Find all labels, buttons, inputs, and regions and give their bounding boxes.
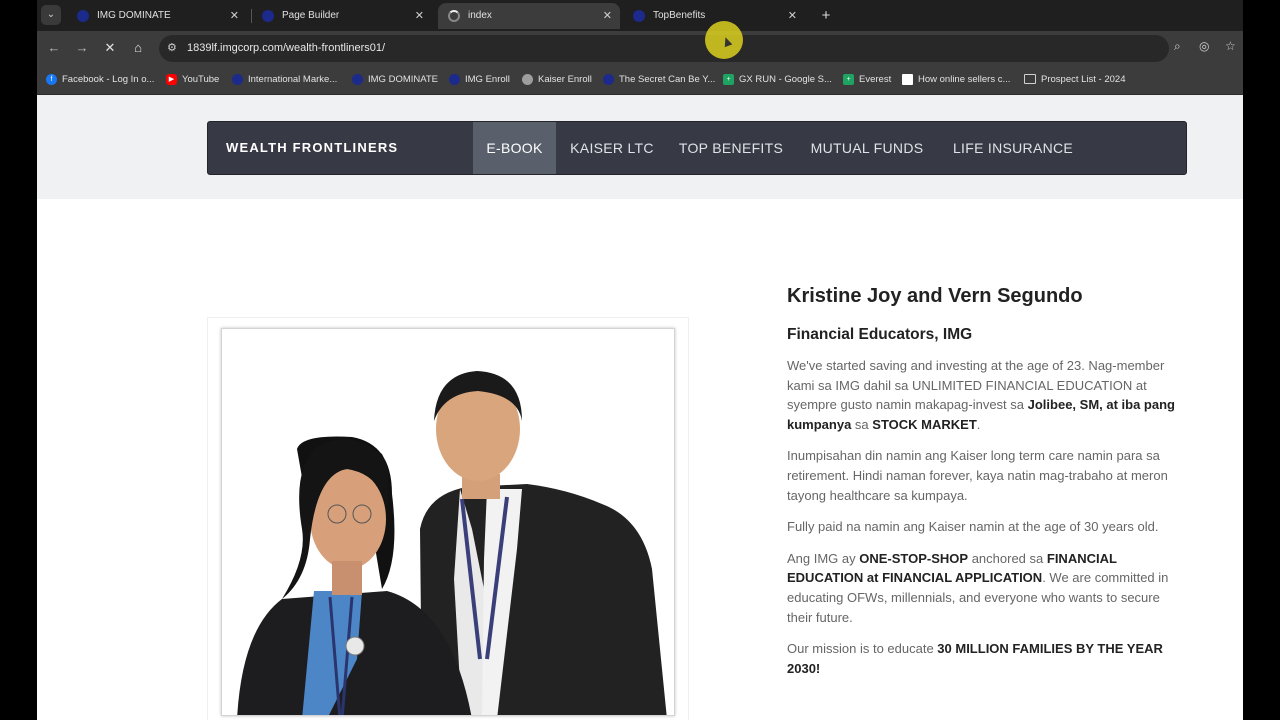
close-icon[interactable]: ✕: [415, 3, 424, 29]
img-logo-icon: [352, 73, 363, 85]
loading-spinner-icon: [448, 10, 460, 22]
close-icon[interactable]: ✕: [788, 3, 797, 29]
bookmark-label: Kaiser Enroll: [538, 74, 592, 85]
forward-button[interactable]: →: [72, 38, 92, 58]
right-letterbox: [1243, 0, 1280, 720]
nav-kaiser-ltc[interactable]: KAISER LTC: [564, 122, 660, 174]
site-settings-icon[interactable]: ⚙: [167, 41, 177, 54]
stop-loading-button[interactable]: ✕: [100, 38, 120, 58]
bio-role: Financial Educators, IMG: [787, 326, 973, 343]
sheets-icon: +: [723, 73, 734, 85]
couple-photo-illustration: [237, 371, 667, 715]
close-icon[interactable]: ✕: [603, 3, 612, 29]
bio-text: .: [976, 416, 981, 432]
arrow-left-icon: ←: [47, 40, 61, 55]
facebook-icon: f: [46, 73, 57, 85]
bookmark-img-dominate[interactable]: IMG DOMINATE: [352, 66, 438, 94]
bio-name: Kristine Joy and Vern Segundo: [787, 285, 1083, 307]
bookmark-label: International Marke...: [248, 74, 338, 85]
profile-photo: [221, 328, 675, 716]
close-icon[interactable]: ✕: [230, 3, 239, 29]
url-text[interactable]: 1839lf.imgcorp.com/wealth-frontliners01/: [187, 35, 385, 62]
nav-ebook[interactable]: E-BOOK: [473, 122, 556, 174]
bookmark-youtube[interactable]: ▶ YouTube: [166, 66, 219, 94]
bookmark-prospect-list[interactable]: Prospect List - 2024: [1024, 66, 1126, 94]
tab-search-button[interactable]: ⌄: [41, 5, 61, 25]
bio-text: sa: [851, 416, 873, 432]
chevron-down-icon: ⌄: [46, 9, 56, 20]
youtube-icon: ▶: [166, 73, 177, 85]
bookmark-facebook[interactable]: f Facebook - Log In o...: [46, 66, 154, 94]
bio-section: Kristine Joy and Vern Segundo Financial …: [787, 285, 1182, 678]
home-button[interactable]: ⌂: [128, 38, 148, 58]
bookmark-label: The Secret Can Be Y...: [619, 74, 716, 85]
eye-off-icon[interactable]: ◎: [1199, 39, 1209, 53]
bio-bold: ONE-STOP-SHOP: [859, 550, 969, 566]
bookmark-label: GX RUN - Google S...: [739, 74, 832, 85]
browser-window: ⌄ IMG DOMINATE ✕ Page Builder ✕ index ✕ …: [37, 0, 1243, 720]
bookmark-international-marketing[interactable]: International Marke...: [232, 66, 337, 94]
bio-bold: STOCK MARKET: [872, 416, 977, 432]
left-letterbox: [0, 0, 37, 720]
bookmark-gx-run[interactable]: + GX RUN - Google S...: [723, 66, 832, 94]
img-logo-icon: [633, 10, 645, 22]
star-icon[interactable]: ☆: [1225, 39, 1236, 53]
bookmark-label: IMG DOMINATE: [368, 74, 439, 85]
site-navbar: WEALTH FRONTLINERS E-BOOK KAISER LTC TOP…: [207, 121, 1187, 175]
bookmarks-bar: f Facebook - Log In o... ▶ YouTube Interna…: [37, 66, 1243, 95]
tab-strip: ⌄ IMG DOMINATE ✕ Page Builder ✕ index ✕ …: [37, 0, 1243, 31]
tab-page-builder[interactable]: Page Builder ✕: [252, 3, 432, 29]
nav-mutual-funds[interactable]: MUTUAL FUNDS: [802, 122, 932, 174]
close-icon: ✕: [104, 40, 116, 55]
folder-icon: [1024, 74, 1036, 85]
bookmark-the-secret[interactable]: The Secret Can Be Y...: [603, 66, 715, 94]
bio-paragraph: Inumpisahan din namin ang Kaiser long te…: [787, 448, 1168, 503]
back-button[interactable]: ←: [44, 38, 64, 58]
img-logo-icon: [77, 10, 89, 22]
bookmark-how-online-sellers[interactable]: How online sellers c...: [902, 66, 1010, 94]
tab-title: index: [468, 10, 492, 21]
bookmark-img-enroll[interactable]: IMG Enroll: [449, 66, 510, 94]
zoom-icon[interactable]: ⌕: [1174, 39, 1181, 54]
new-tab-button[interactable]: +: [815, 3, 837, 29]
page-icon: [902, 73, 913, 85]
bookmark-label: YouTube: [182, 74, 220, 85]
bio-paragraph: Our mission is to educate 30 MILLION FAM…: [787, 639, 1182, 678]
tab-index[interactable]: index ✕: [438, 3, 620, 29]
arrow-right-icon: →: [75, 40, 89, 55]
tab-title: TopBenefits: [653, 10, 706, 21]
bookmark-label: Facebook - Log In o...: [62, 74, 155, 85]
bio-text: anchored sa: [968, 550, 1047, 566]
img-logo-icon: [603, 73, 614, 85]
site-brand[interactable]: WEALTH FRONTLINERS: [226, 122, 398, 174]
img-logo-icon: [449, 73, 460, 85]
bio-paragraph: Fully paid na namin ang Kaiser namin at …: [787, 519, 1159, 535]
tab-img-dominate[interactable]: IMG DOMINATE ✕: [67, 3, 247, 29]
bio-text: Our mission is to educate: [787, 641, 938, 657]
bookmark-label: How online sellers c...: [918, 74, 1011, 85]
sheets-icon: +: [843, 73, 854, 85]
bookmark-label: Prospect List - 2024: [1041, 74, 1126, 85]
address-bar[interactable]: ⚙ 1839lf.imgcorp.com/wealth-frontliners0…: [159, 35, 1169, 62]
bookmark-everest[interactable]: + Everest: [843, 66, 891, 94]
address-toolbar: ← → ✕ ⌂ ⚙ 1839lf.imgcorp.com/wealth-fron…: [37, 31, 1243, 66]
bookmark-label: IMG Enroll: [465, 74, 510, 85]
page-content: WEALTH FRONTLINERS E-BOOK KAISER LTC TOP…: [37, 95, 1243, 720]
bio-text: Ang IMG ay: [787, 550, 860, 566]
tab-title: IMG DOMINATE: [97, 10, 171, 21]
bookmark-kaiser-enroll[interactable]: Kaiser Enroll: [522, 66, 592, 94]
home-icon: ⌂: [134, 40, 142, 55]
bookmark-label: Everest: [859, 74, 892, 85]
bio-paragraph: Ang IMG ay ONE-STOP-SHOP anchored sa FIN…: [787, 549, 1182, 627]
nav-life-insurance[interactable]: LIFE INSURANCE: [946, 122, 1080, 174]
profile-photo-frame: [207, 317, 689, 720]
nav-top-benefits[interactable]: TOP BENEFITS: [672, 122, 790, 174]
bio-paragraph: We've started saving and investing at th…: [787, 356, 1182, 434]
img-logo-icon: [232, 73, 243, 85]
globe-icon: [522, 73, 533, 85]
img-logo-icon: [262, 10, 274, 22]
tab-title: Page Builder: [282, 10, 340, 21]
